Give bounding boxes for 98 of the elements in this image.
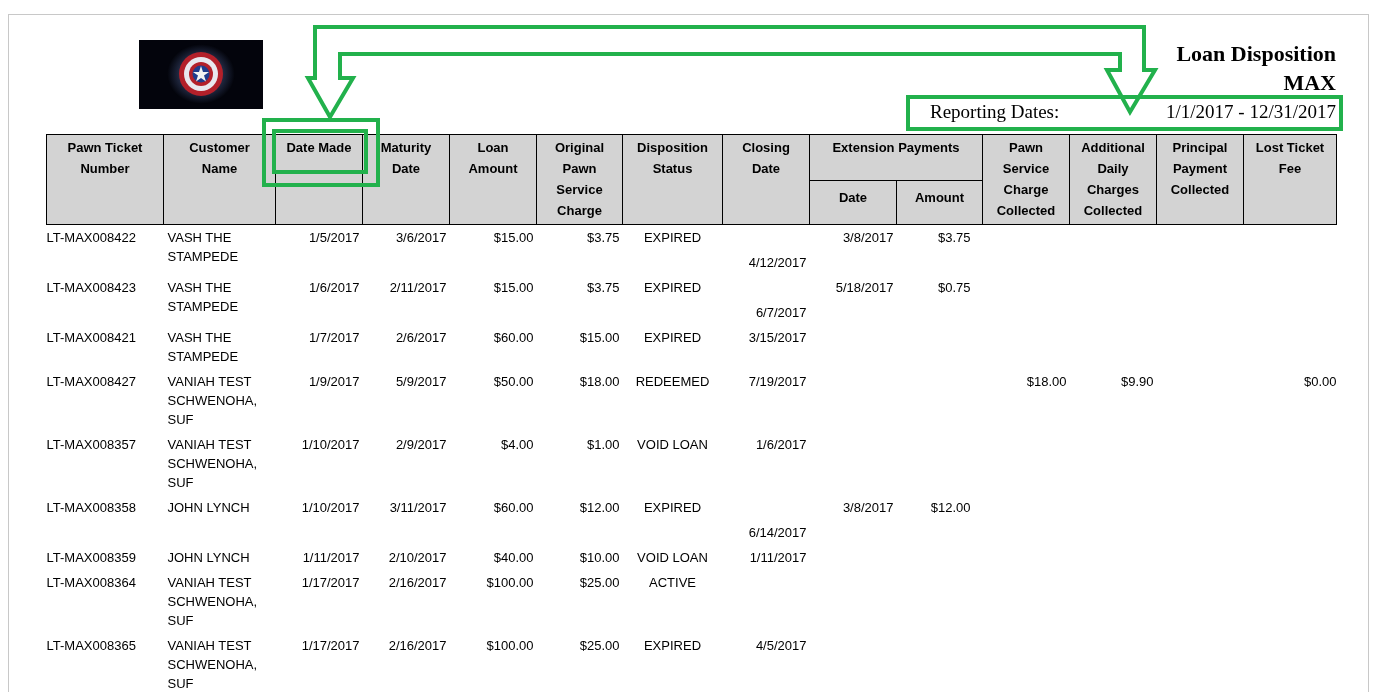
date-cell-text: 2/16/2017 (387, 574, 448, 592)
date-cell-text: 5/9/2017 (394, 373, 448, 391)
amount-cell-text: $18.00 (578, 373, 621, 391)
amount-cell-text: $9.90 (1119, 373, 1155, 391)
ticket-number: LT-MAX008358 (46, 499, 137, 517)
reporting-label: Reporting Dates: (930, 100, 1060, 124)
customer-name: VANIAH TEST SCHWENOHA, SUF (166, 574, 259, 630)
report-title: Loan Disposition (1176, 40, 1336, 68)
amount-cell-text: $0.75 (936, 279, 972, 297)
date-cell-text: 1/10/2017 (300, 436, 361, 454)
date-cell-text: 1/6/2017 (754, 436, 808, 454)
date-cell: 1/5/2017 (275, 224, 363, 275)
amount-cell: $3.75 (896, 224, 983, 275)
amount-cell-text: $15.00 (492, 279, 535, 297)
ticket-number: LT-MAX008421 (46, 329, 137, 347)
amount-cell-text: $25.00 (578, 574, 621, 592)
date-cell-text: 2/9/2017 (394, 436, 448, 454)
amount-cell-text: $100.00 (485, 637, 535, 655)
customer-name: VANIAH TEST SCHWENOHA, SUF (166, 436, 259, 492)
status-cell-text: EXPIRED (642, 637, 703, 655)
amount-cell: $15.00 (449, 224, 537, 275)
date-cell: 4/12/2017 (722, 224, 810, 275)
date-cell-text: 1/6/2017 (307, 279, 361, 297)
amount-cell-text: $0.00 (1302, 373, 1337, 391)
amount-cell-text: $50.00 (492, 373, 535, 391)
amount-cell-text: $40.00 (492, 549, 535, 567)
customer-name: JOHN LYNCH (166, 499, 251, 517)
status-cell-text: REDEEMED (634, 373, 711, 391)
date-cell: 3/6/2017 (362, 224, 450, 275)
date-cell-text: 2/16/2017 (387, 637, 448, 655)
column-header: Amount (896, 180, 983, 225)
date-cell-text: 1/11/2017 (748, 549, 808, 567)
column-header: Principal Payment Collected (1156, 134, 1244, 225)
ticket-number: LT-MAX008364 (46, 574, 137, 592)
column-header: Maturity Date (362, 134, 450, 225)
column-header: Pawn Ticket Number (46, 134, 164, 225)
date-cell-text: 3/8/2017 (841, 499, 895, 517)
date-cell-text: 1/9/2017 (307, 373, 361, 391)
amount-cell-text: $1.00 (585, 436, 621, 454)
ticket-number: LT-MAX008357 (46, 436, 137, 454)
column-header: Loan Amount (449, 134, 537, 225)
amount-cell-text: $12.00 (578, 499, 621, 517)
status-cell-text: EXPIRED (642, 499, 703, 517)
ticket-number: LT-MAX008365 (46, 637, 137, 655)
column-group-header: Extension Payments (809, 134, 983, 181)
date-cell-text: 2/10/2017 (387, 549, 448, 567)
date-cell-text: 1/10/2017 (300, 499, 361, 517)
ticket-number: LT-MAX008423 (46, 279, 137, 297)
date-cell-text: 7/19/2017 (747, 373, 808, 391)
reporting-range: 1/1/2017 - 12/31/2017 (1166, 100, 1336, 124)
column-header: Additional Daily Charges Collected (1069, 134, 1157, 225)
amount-cell-text: $10.00 (578, 549, 621, 567)
date-cell-text: 6/14/2017 (747, 524, 808, 542)
date-cell-text: 5/18/2017 (834, 279, 895, 297)
column-header: Lost Ticket Fee (1243, 134, 1337, 225)
customer-name: VASH THE STAMPEDE (163, 224, 276, 275)
date-cell-text: 1/17/2017 (300, 637, 361, 655)
amount-cell-text: $15.00 (578, 329, 621, 347)
column-header: Closing Date (722, 134, 810, 225)
amount-cell-text: $12.00 (929, 499, 972, 517)
store-name: MAX (1283, 69, 1336, 97)
date-cell-text: 2/11/2017 (388, 279, 448, 297)
status-cell: EXPIRED (622, 224, 723, 275)
ticket-number: LT-MAX008422 (46, 224, 164, 275)
date-cell-text: 1/7/2017 (307, 329, 361, 347)
amount-cell-text: $25.00 (578, 637, 621, 655)
date-cell-text: 1/11/2017 (301, 549, 361, 567)
status-cell-text: ACTIVE (648, 574, 697, 592)
amount-cell-text: $60.00 (492, 499, 535, 517)
amount-cell-text: $18.00 (1025, 373, 1068, 391)
date-cell-text: 2/6/2017 (394, 329, 448, 347)
date-cell-text: 1/17/2017 (300, 574, 361, 592)
column-header: Original Pawn Service Charge (536, 134, 623, 225)
status-cell-text: EXPIRED (642, 279, 703, 297)
customer-name: VASH THE STAMPEDE (166, 279, 240, 316)
date-cell-text: 6/7/2017 (754, 304, 808, 322)
amount-cell-text: $4.00 (499, 436, 535, 454)
amount-cell-text: $100.00 (485, 574, 535, 592)
amount-cell: $3.75 (536, 224, 623, 275)
ticket-number: LT-MAX008359 (46, 549, 137, 567)
column-header: Disposition Status (622, 134, 723, 225)
customer-name: VASH THE STAMPEDE (166, 329, 240, 366)
column-header: Date (809, 180, 897, 225)
customer-name: VANIAH TEST SCHWENOHA, SUF (166, 373, 259, 429)
date-cell: 3/8/2017 (809, 224, 897, 275)
amount-cell-text: $60.00 (492, 329, 535, 347)
status-cell-text: VOID LOAN (636, 549, 709, 567)
status-cell-text: EXPIRED (642, 329, 703, 347)
column-header: Customer Name (163, 134, 276, 225)
customer-name: JOHN LYNCH (166, 549, 251, 567)
column-header: Pawn Service Charge Collected (982, 134, 1070, 225)
status-cell-text: VOID LOAN (636, 436, 709, 454)
date-cell-text: 3/15/2017 (747, 329, 808, 347)
ticket-number: LT-MAX008427 (46, 373, 137, 391)
customer-name: VANIAH TEST SCHWENOHA, SUF (166, 637, 259, 692)
date-cell-text: 4/5/2017 (754, 637, 808, 655)
date-cell-text: 3/11/2017 (388, 499, 448, 517)
amount-cell-text: $3.75 (585, 279, 621, 297)
